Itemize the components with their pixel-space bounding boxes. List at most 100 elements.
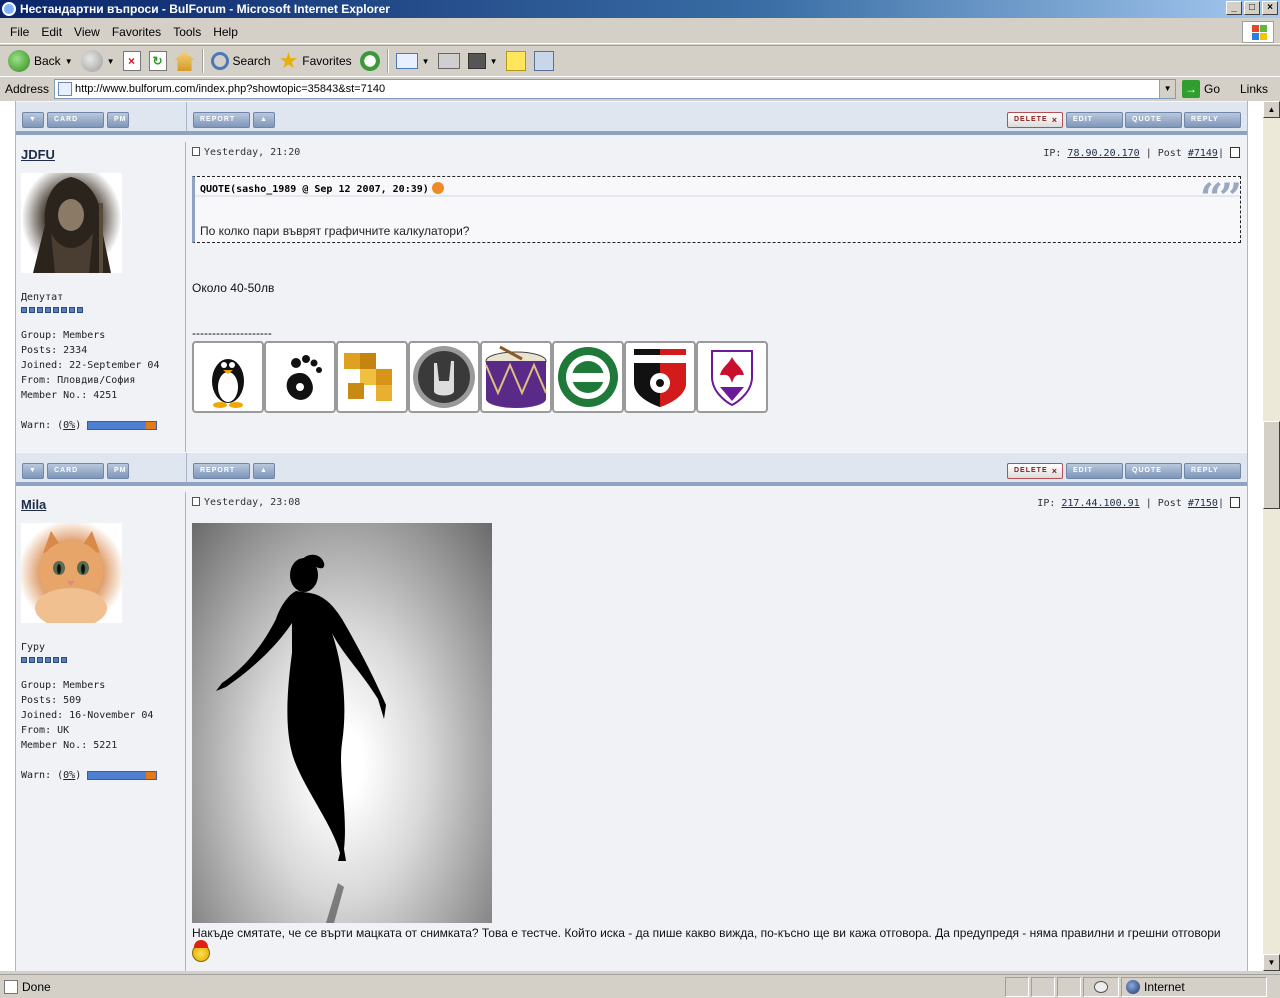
author-warn: Warn: (0%): [21, 418, 159, 433]
post-text: Накъде смятате, че се върти мацката от с…: [192, 923, 1237, 965]
view-toggle-button[interactable]: ▼: [22, 112, 44, 128]
post-number-link[interactable]: #7150: [1188, 498, 1218, 509]
pm-label: PM: [114, 467, 127, 474]
view-toggle-button[interactable]: ▼: [22, 463, 44, 479]
card-label: CARD: [54, 116, 79, 123]
spinning-dancer-image: [192, 523, 492, 923]
favorites-button[interactable]: ★ Favorites: [275, 47, 356, 75]
menu-edit[interactable]: Edit: [35, 25, 68, 39]
card-button[interactable]: CARD: [47, 463, 104, 479]
menu-favorites[interactable]: Favorites: [106, 25, 167, 39]
card-button[interactable]: CARD: [47, 112, 104, 128]
select-post-icon[interactable]: [1230, 147, 1240, 158]
forward-button[interactable]: ▼: [77, 47, 119, 75]
post-date-text: Yesterday, 23:08: [204, 497, 301, 508]
reply-button[interactable]: REPLY: [1184, 463, 1241, 479]
warn-value[interactable]: 0%: [63, 770, 75, 781]
post-meta: IP: 78.90.20.170 | Post #7149|: [1043, 147, 1240, 159]
ip-link[interactable]: 217.44.100.91: [1061, 498, 1139, 509]
notes-icon: [505, 51, 526, 71]
favorites-label: Favorites: [302, 54, 352, 68]
forum-post: JDFU Депутат Group: Members Posts: 2334 …: [16, 142, 1247, 452]
post-date-text: Yesterday, 21:20: [204, 147, 301, 158]
author-joined: Joined: 16-November 04: [21, 710, 154, 721]
post-button-bar: ▼ CARD PM REPORT ▲ DELETE × EDIT QUOTE RE…: [16, 452, 1247, 486]
mail-button[interactable]: ▼: [392, 47, 434, 75]
page-status-icon: [4, 979, 18, 994]
edit-button[interactable]: EDIT: [1066, 463, 1123, 479]
reply-button[interactable]: REPLY: [1184, 112, 1241, 128]
notes-button[interactable]: [502, 47, 530, 75]
pm-button[interactable]: PM: [107, 463, 129, 479]
go-button[interactable]: → Go: [1182, 80, 1220, 98]
report-button[interactable]: REPORT: [193, 463, 250, 479]
internet-globe-icon: [1126, 979, 1140, 994]
delete-label: DELETE: [1014, 467, 1048, 474]
author-info: Депутат Group: Members Posts: 2334 Joine…: [21, 290, 159, 433]
history-button[interactable]: [356, 47, 384, 75]
quote-link-icon[interactable]: [431, 182, 444, 194]
search-button[interactable]: Search: [207, 47, 275, 75]
author-name[interactable]: JDFU: [21, 147, 55, 162]
status-done: Done: [22, 979, 51, 994]
stop-button[interactable]: ×: [119, 47, 145, 75]
forum-post: Mila Гуру Group: Members Posts: 509 Join…: [16, 492, 1247, 971]
go-label: Go: [1204, 82, 1221, 96]
privacy-icon[interactable]: [1083, 976, 1119, 997]
delete-button[interactable]: DELETE ×: [1007, 112, 1063, 128]
menu-help[interactable]: Help: [207, 25, 244, 39]
ie-logo-icon: [2, 2, 16, 16]
maximize-button[interactable]: □: [1244, 1, 1260, 15]
scrollbar-thumb[interactable]: [1263, 421, 1280, 509]
menu-view[interactable]: View: [68, 25, 106, 39]
ip-link[interactable]: 78.90.20.170: [1067, 148, 1139, 159]
refresh-button[interactable]: ↻: [145, 47, 171, 75]
status-text: Done: [0, 979, 1005, 994]
post-text-content: Накъде смятате, че се върти мацката от с…: [192, 926, 1221, 940]
vertical-scrollbar[interactable]: ▲ ▼: [1263, 101, 1280, 971]
delete-button[interactable]: DELETE ×: [1007, 463, 1063, 479]
quote-button[interactable]: QUOTE: [1125, 463, 1182, 479]
scroll-top-button[interactable]: ▲: [253, 463, 275, 479]
card-label: CARD: [54, 467, 79, 474]
author-posts: Posts: 509: [21, 695, 82, 706]
quote-button[interactable]: QUOTE: [1125, 112, 1182, 128]
menu-file[interactable]: File: [4, 25, 35, 39]
page-icon: [58, 82, 73, 96]
author-joined: Joined: 22-September 04: [21, 360, 160, 371]
post-date: Yesterday, 21:20: [192, 147, 300, 158]
close-button[interactable]: ×: [1262, 1, 1278, 15]
back-arrow-icon: [8, 50, 30, 72]
menu-tools[interactable]: Tools: [167, 25, 207, 39]
warn-prefix: Warn: (: [21, 770, 64, 781]
print-button[interactable]: [434, 47, 464, 75]
author-info: Гуру Group: Members Posts: 509 Joined: 1…: [21, 640, 158, 783]
santa-smiley-icon: [192, 940, 210, 962]
address-dropdown-icon[interactable]: ▼: [1159, 80, 1176, 98]
edit-button[interactable]: EDIT: [1066, 112, 1123, 128]
home-button[interactable]: [171, 47, 199, 75]
scroll-down-icon[interactable]: ▼: [1263, 954, 1280, 971]
back-label: Back: [34, 54, 61, 68]
post-icon: [192, 147, 200, 156]
pm-button[interactable]: PM: [107, 112, 129, 128]
avatar: [21, 523, 122, 623]
scroll-top-button[interactable]: ▲: [253, 112, 275, 128]
author-name[interactable]: Mila: [21, 497, 46, 512]
quote-label: QUOTE: [1132, 116, 1162, 123]
scroll-up-icon[interactable]: ▲: [1263, 101, 1280, 118]
security-zone[interactable]: Internet: [1121, 976, 1267, 997]
address-input[interactable]: http://www.bulforum.com/index.php?showto…: [54, 79, 1177, 99]
report-button[interactable]: REPORT: [193, 112, 250, 128]
post-number-link[interactable]: #7149: [1188, 148, 1218, 159]
edit-page-button[interactable]: ▼: [464, 47, 502, 75]
research-button[interactable]: [530, 47, 558, 75]
author-rank: Гуру: [21, 642, 46, 653]
hooded-figure-avatar: [33, 177, 111, 273]
links-button[interactable]: Links: [1240, 82, 1268, 96]
minimize-button[interactable]: _: [1226, 1, 1242, 15]
select-post-icon[interactable]: [1230, 497, 1240, 508]
warn-value[interactable]: 0%: [63, 420, 75, 431]
mail-icon: [395, 53, 418, 69]
back-button[interactable]: Back ▼: [4, 47, 77, 75]
